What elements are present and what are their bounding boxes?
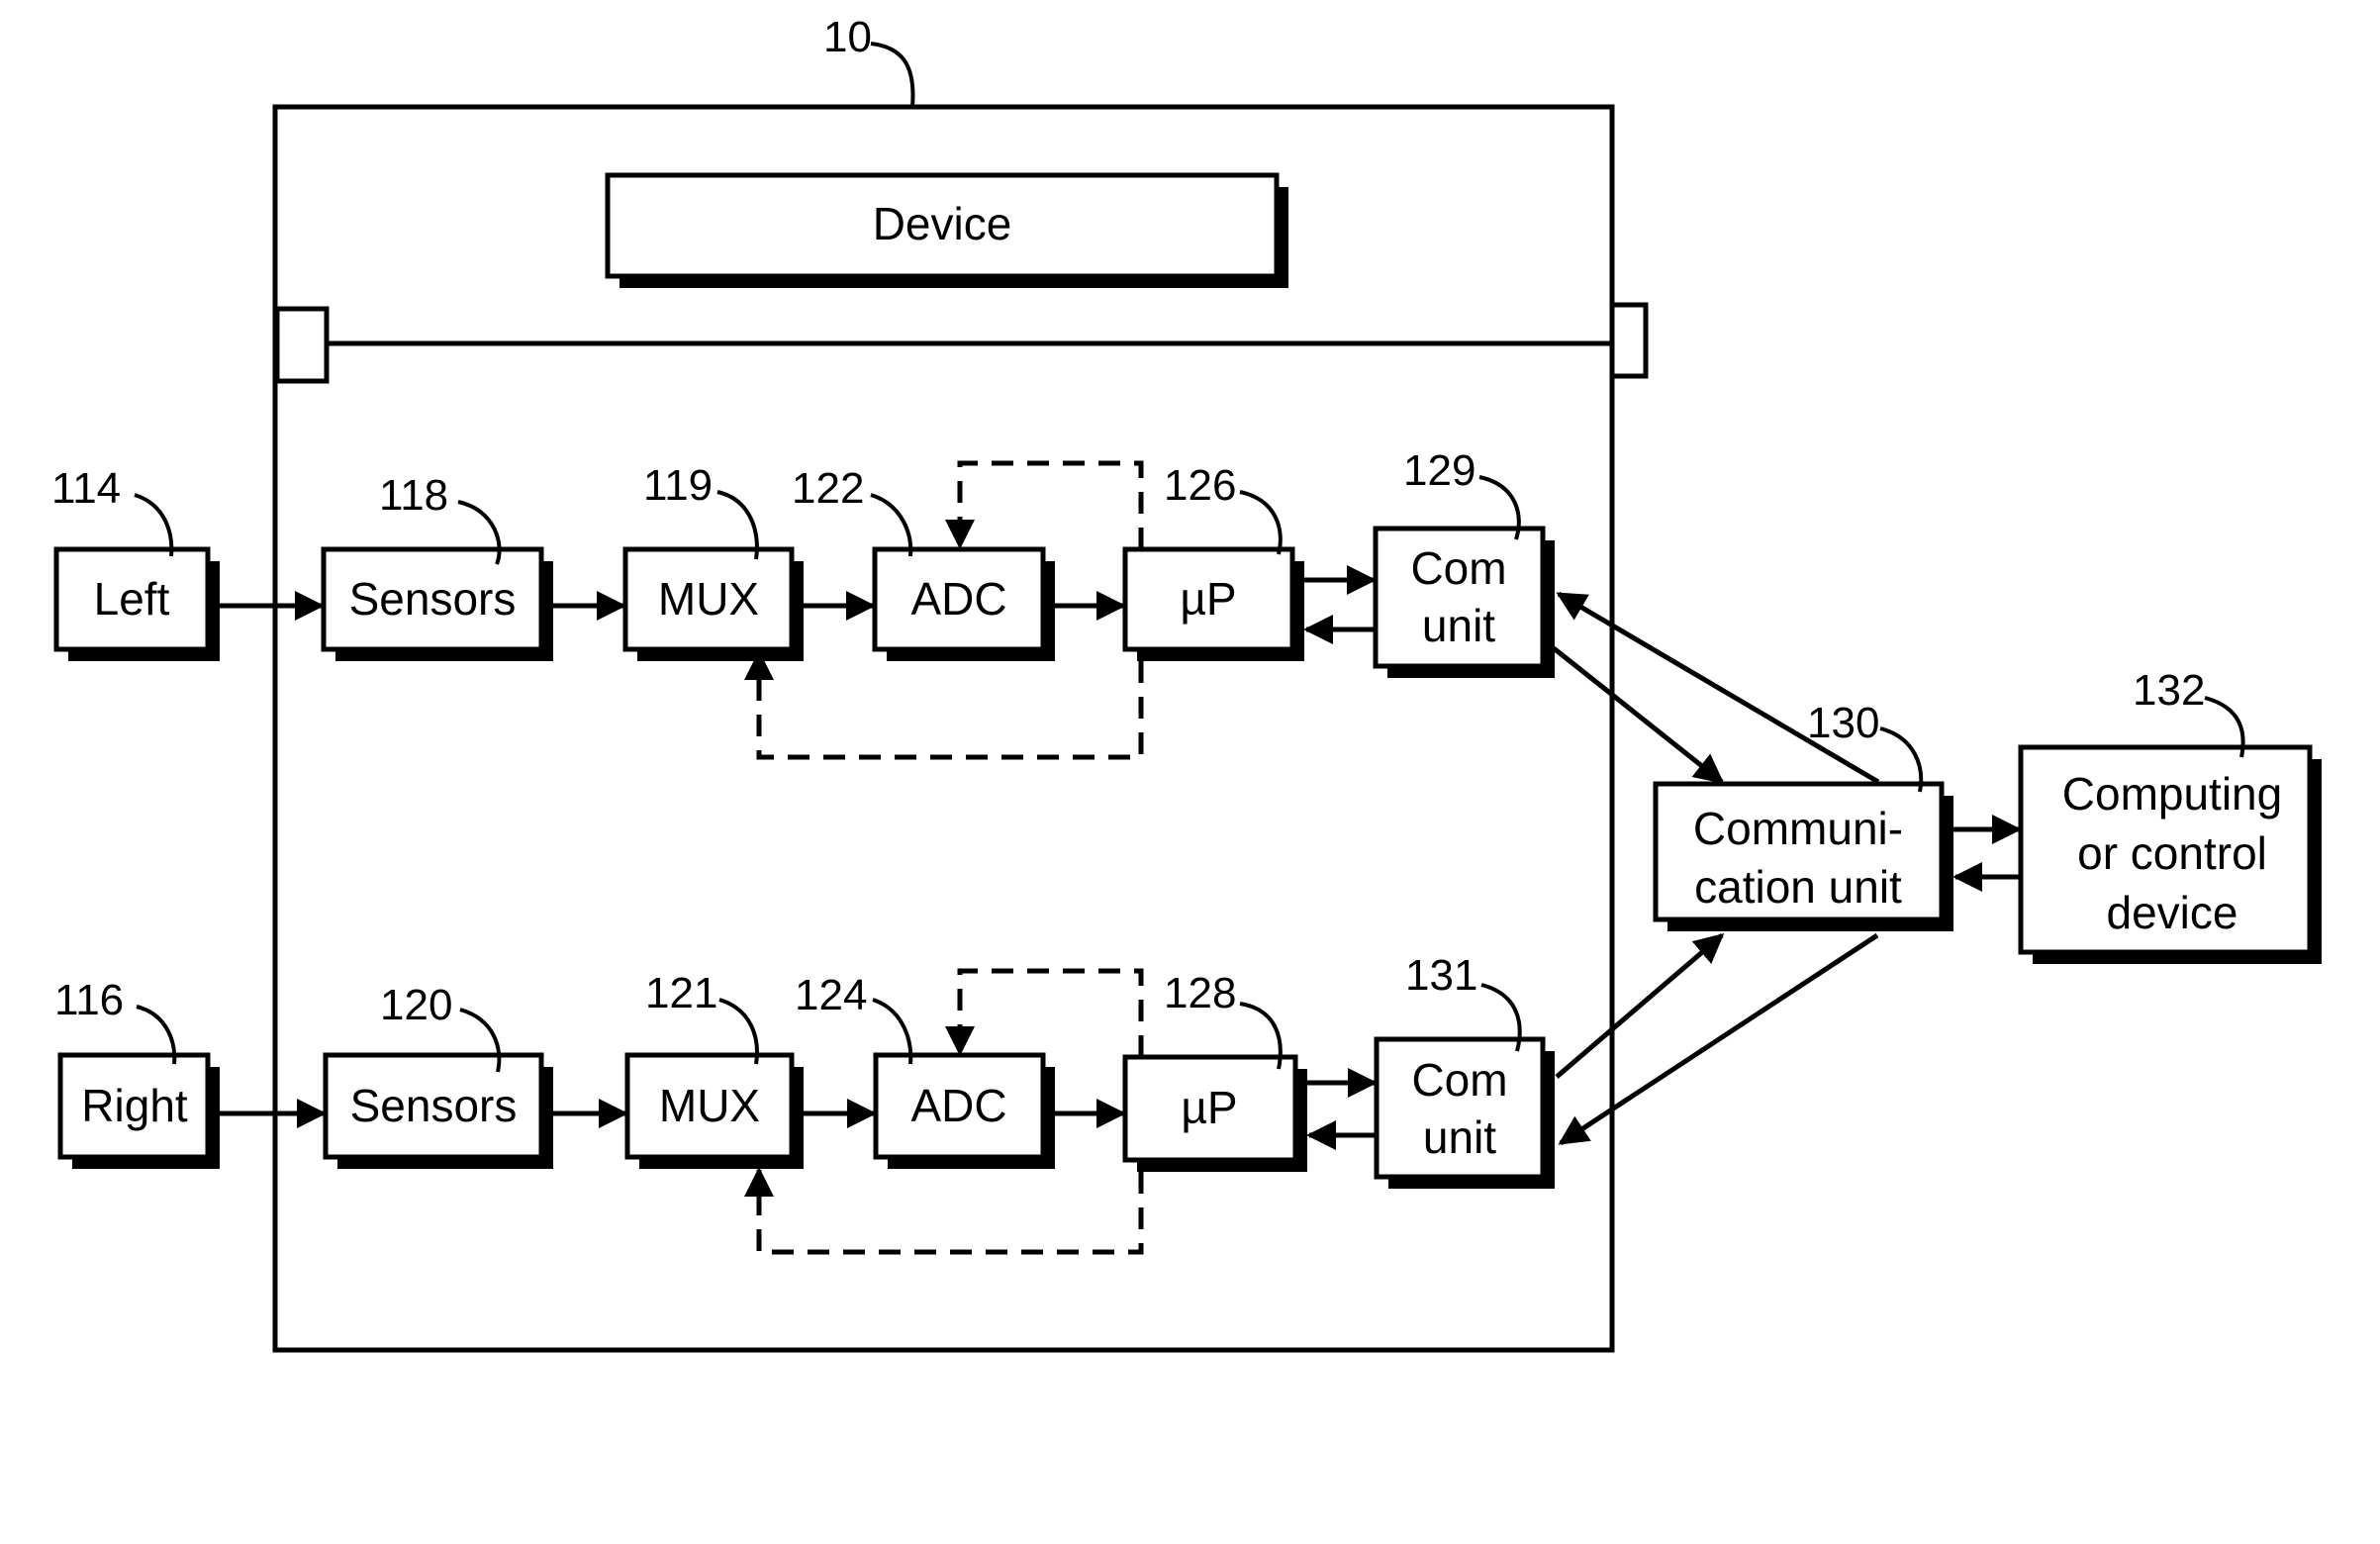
adc-label: ADC <box>910 1080 1006 1131</box>
leader-10 <box>870 42 915 108</box>
com-unit-label-line1: Com <box>1411 1054 1507 1106</box>
ref-120: 120 <box>380 981 452 1029</box>
ref-114: 114 <box>51 464 121 513</box>
computing-label-line2: or control <box>2077 827 2267 879</box>
ref-118: 118 <box>379 471 448 520</box>
mux-label: MUX <box>659 1080 760 1131</box>
ref-132: 132 <box>2133 666 2205 715</box>
ref-128: 128 <box>1164 969 1236 1017</box>
ref-124: 124 <box>795 971 867 1019</box>
com-unit-label-line2: unit <box>1422 600 1495 651</box>
right-label: Right <box>81 1080 188 1131</box>
computing-label-line1: Computing <box>2062 768 2282 820</box>
ref-131: 131 <box>1405 951 1477 1000</box>
dashed-feedback-adc <box>945 968 1144 1057</box>
com-unit-label-line2: unit <box>1423 1111 1496 1163</box>
ref-10: 10 <box>823 13 872 61</box>
comm-unit-label-line2: cation unit <box>1694 861 1902 913</box>
ref-121: 121 <box>645 969 717 1017</box>
adc-label: ADC <box>910 573 1006 625</box>
sensors-label: Sensors <box>349 573 517 625</box>
device-title: Device <box>873 198 1012 249</box>
bus-left-tab <box>274 306 330 384</box>
ref-119: 119 <box>643 461 713 510</box>
computing-device: Computing or control device 132 <box>2018 666 2322 964</box>
ref-129: 129 <box>1403 446 1476 495</box>
up-label: µP <box>1180 573 1236 625</box>
up-label: µP <box>1181 1082 1237 1133</box>
link-comm-to-com131 <box>1558 932 1879 1146</box>
com-unit-label-line1: Com <box>1410 542 1506 594</box>
computing-label-line3: device <box>2107 887 2238 938</box>
comm-unit-label-line1: Communi- <box>1693 803 1903 854</box>
ref-116: 116 <box>54 976 124 1024</box>
dashed-feedback-mux <box>744 650 1144 760</box>
dashed-feedback-adc <box>945 460 1144 549</box>
sensors-label: Sensors <box>350 1080 518 1131</box>
block-diagram: 10 Device Left 114 Sensors 118 MUX 119 A… <box>51 13 2322 1353</box>
ref-130: 130 <box>1807 699 1879 747</box>
leader-126 <box>1239 490 1283 555</box>
row-right: Right 116 Sensors 120 MUX 121 ADC 124 µP… <box>54 951 1555 1255</box>
mux-label: MUX <box>658 573 759 625</box>
communication-unit: Communi- cation unit 130 <box>1653 699 1953 931</box>
left-label: Left <box>94 573 170 625</box>
device-title-box: Device <box>605 172 1288 288</box>
ref-122: 122 <box>792 464 864 513</box>
dashed-feedback-mux <box>744 1167 1144 1255</box>
ref-126: 126 <box>1164 461 1236 510</box>
link-com129-to-comm <box>1552 646 1725 784</box>
bus-right-tab <box>1609 302 1649 379</box>
